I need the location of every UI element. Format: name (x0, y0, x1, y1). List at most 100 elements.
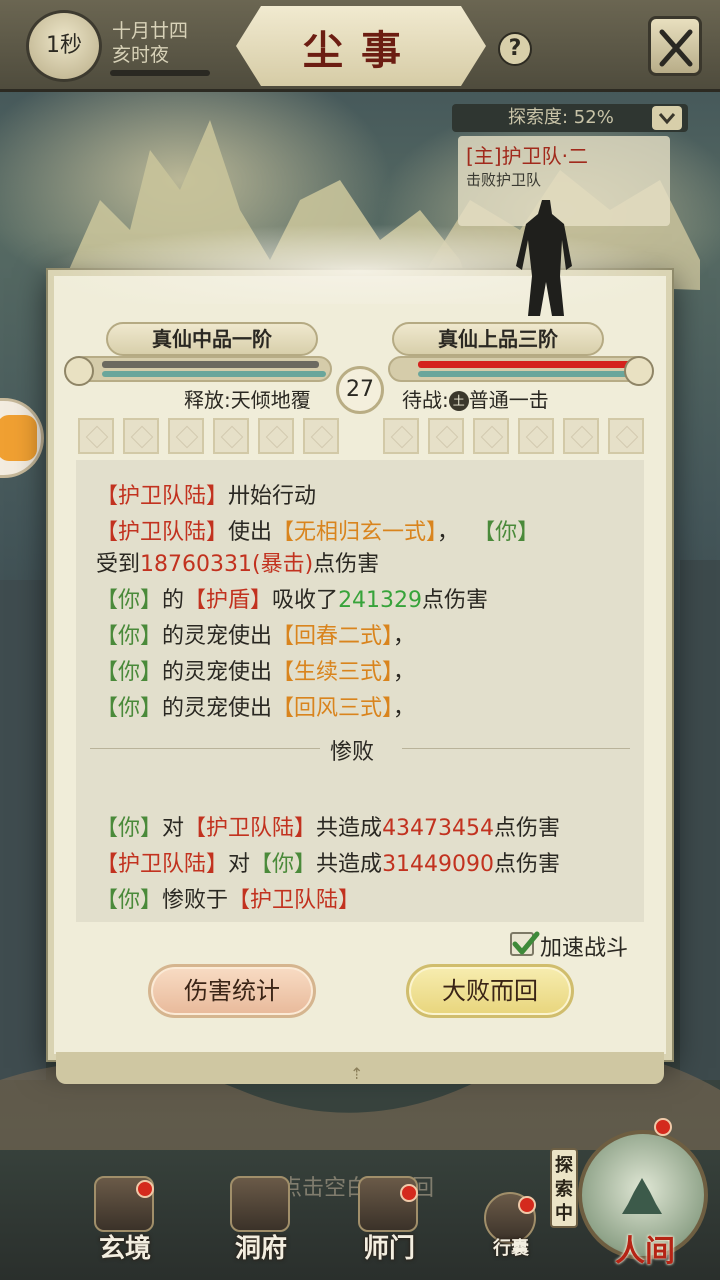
nav-label: 洞府 (234, 1234, 287, 1264)
log-line: 【你】的【护盾】吸收了241329点伤害 (96, 582, 488, 614)
player-hp-bar (102, 361, 319, 368)
enemy-buff-slot (383, 418, 419, 454)
log-text: 的 (162, 588, 185, 613)
log-skill: 【无相归玄一式】 (272, 520, 438, 545)
log-skill: 【回春二式】 (272, 624, 394, 649)
chevron-down-icon (658, 113, 676, 125)
retreat-button[interactable]: 大败而回 (406, 964, 574, 1018)
checkmark-icon (512, 931, 540, 955)
nav-dongfu[interactable]: 洞府 (206, 1170, 316, 1270)
timer-badge: 1秒 (26, 10, 102, 82)
notification-dot (518, 1196, 536, 1214)
enemy-rank: 真仙上品三阶 (392, 322, 604, 356)
divider (90, 748, 320, 749)
log-text: 点伤害 (494, 816, 561, 841)
log-text: ， (393, 696, 416, 721)
date-line-1: 十月廿四 (112, 20, 189, 42)
earth-element-icon: 土 (448, 391, 469, 411)
log-text: 点伤害 (494, 852, 561, 877)
day-progress-bar (110, 70, 210, 76)
enemy-wait-skill: 待战: 土普通一击 (402, 384, 549, 413)
enemy-buff-slot (608, 418, 644, 454)
log-actor: 【护卫队陆】 (96, 520, 229, 545)
enemy-buff-slot (518, 418, 554, 454)
enemy-mp-bar (418, 371, 642, 377)
close-button[interactable] (648, 16, 702, 76)
log-actor: 【你】 (96, 696, 163, 721)
player-buff-slot (258, 418, 294, 454)
player-buff-slot (123, 418, 159, 454)
speed-checkbox[interactable] (510, 931, 540, 956)
exploring-tag[interactable]: 探索中 (550, 1148, 578, 1228)
log-text: 对 (162, 816, 185, 841)
log-text: 点伤害 (313, 552, 380, 577)
help-button[interactable]: ? (498, 32, 532, 66)
explore-log-line: [主]护卫队·二 (466, 144, 588, 168)
player-buff-slot (168, 418, 204, 454)
log-text: 吸收了 (272, 588, 339, 613)
collapse-icon[interactable]: ⇡ (350, 1064, 363, 1083)
nav-label: 玄境 (98, 1234, 151, 1264)
speed-label[interactable]: 加速战斗 (540, 930, 628, 962)
nav-label: 行囊 (493, 1238, 529, 1259)
notification-dot (136, 1180, 154, 1198)
log-skill: 【回风三式】 (272, 696, 394, 721)
log-text: 惨败于 (162, 888, 229, 913)
log-text: 卅始行动 (228, 484, 317, 509)
log-line: 受到18760331(暴击)点伤害 (96, 546, 379, 578)
log-skill: 【生续三式】 (272, 660, 394, 685)
log-target: 【你】 (250, 852, 317, 877)
round-counter: 27 (336, 366, 384, 414)
log-line: 【你】的灵宠使出【回风三式】， (96, 690, 415, 722)
player-mp-bar (102, 371, 326, 377)
log-line: 【你】的灵宠使出【回春二式】， (96, 618, 415, 650)
explore-toggle-button[interactable] (652, 106, 682, 130)
enemy-buff-slot (563, 418, 599, 454)
log-text: 共造成 (316, 852, 383, 877)
panel-fog (40, 224, 680, 304)
player-buff-slot (213, 418, 249, 454)
log-line: 【护卫队陆】使出【无相归玄一式】， 【你】 (96, 514, 539, 546)
log-actor: 【护卫队陆】 (96, 852, 229, 877)
player-element-icon (64, 356, 94, 386)
log-actor: 【你】 (96, 816, 163, 841)
log-actor: 【你】 (96, 660, 163, 685)
log-damage: 43473454 (382, 816, 495, 841)
log-text: ， (393, 624, 416, 649)
log-target: 【你】 (473, 520, 540, 545)
log-text: 对 (228, 852, 251, 877)
log-absorb: 241329 (338, 588, 423, 613)
enemy-wait-skill-name: 普通一击 (468, 388, 549, 412)
close-icon (659, 29, 693, 67)
nav-label: 师门 (362, 1234, 415, 1264)
log-text: 点伤害 (422, 588, 489, 613)
player-buff-slot (78, 418, 114, 454)
enemy-silhouette (516, 200, 572, 316)
notification-dot (400, 1184, 418, 1202)
enemy-status-bars (388, 356, 648, 382)
date-line-2: 亥时夜 (112, 44, 170, 66)
nav-xuanjing[interactable]: 玄境 (70, 1170, 180, 1270)
player-buff-slot (303, 418, 339, 454)
enemy-wait-prefix: 待战: (402, 388, 449, 412)
nav-shimen[interactable]: 师门 (334, 1170, 444, 1270)
log-actor: 【你】 (96, 888, 163, 913)
log-line: 【护卫队陆】卅始行动 (96, 478, 316, 510)
cave-icon (230, 1176, 290, 1232)
player-status-bars (72, 356, 332, 382)
page-title: 尘事 (303, 27, 419, 74)
log-actor: 【护卫队陆】 (96, 484, 229, 509)
world-label: 人间 (615, 1234, 675, 1269)
log-text: 使出 (228, 520, 273, 545)
log-text: 的灵宠使出 (162, 660, 273, 685)
log-text: 共造成 (316, 816, 383, 841)
log-damage: 31449090 (382, 852, 495, 877)
enemy-buff-slot (473, 418, 509, 454)
log-target: 【护卫队陆】 (184, 816, 317, 841)
player-rank: 真仙中品一阶 (106, 322, 318, 356)
gamepad-icon (0, 415, 37, 461)
damage-stats-button[interactable]: 伤害统计 (148, 964, 316, 1018)
player-skill: 释放:天倾地覆 (184, 388, 311, 412)
notification-dot (654, 1118, 672, 1136)
log-target: 【护卫队陆】 (228, 888, 361, 913)
